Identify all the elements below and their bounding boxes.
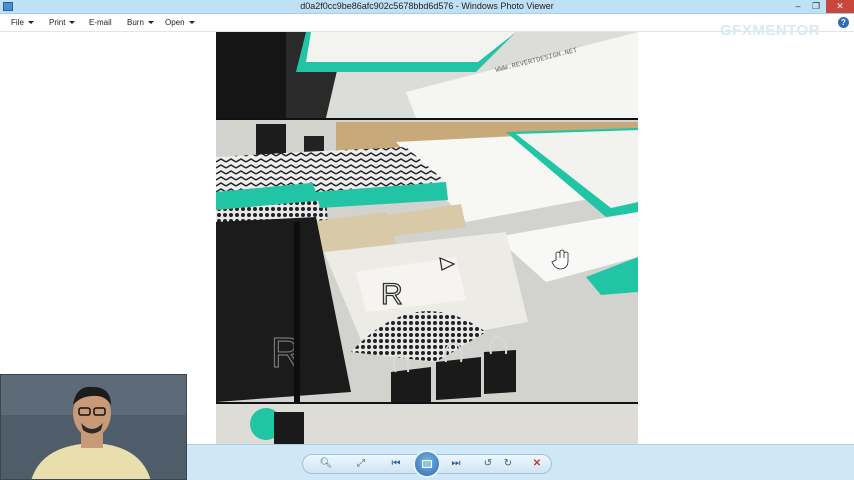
menu-burn[interactable]: Burn <box>127 18 154 27</box>
menu-print[interactable]: Print <box>49 18 76 27</box>
fit-to-window-button[interactable]: ⤢ <box>353 457 369 471</box>
menu-email-label: E-mail <box>89 18 112 27</box>
zoom-button[interactable]: 🔍︎ <box>318 457 334 471</box>
presenter-video <box>1 375 186 479</box>
help-icon[interactable]: ? <box>838 17 849 28</box>
title-bar: d0a2f0cc9be86afc902c5678bbd6d576 - Windo… <box>0 0 854 14</box>
r-monogram: R <box>381 278 403 311</box>
delete-button[interactable]: ✕ <box>529 457 545 471</box>
chevron-down-icon <box>147 21 154 24</box>
brand-watermark: GFXMENTOR <box>720 22 821 39</box>
menu-open[interactable]: Open <box>165 18 195 27</box>
close-window-button[interactable]: ✕ <box>826 0 854 13</box>
menu-open-label: Open <box>165 18 185 27</box>
minimize-button[interactable]: – <box>788 0 808 13</box>
menu-file-label: File <box>11 18 24 27</box>
slideshow-button[interactable] <box>413 450 441 478</box>
previous-button[interactable]: ⏮ <box>388 457 404 471</box>
menu-email[interactable]: E-mail <box>89 18 112 27</box>
webcam-overlay <box>0 374 187 480</box>
rotate-counterclockwise-button[interactable]: ↺ <box>480 457 496 471</box>
menu-print-label: Print <box>49 18 66 27</box>
menu-burn-label: Burn <box>127 18 144 27</box>
chevron-down-icon <box>27 21 34 24</box>
rotate-clockwise-button[interactable]: ↻ <box>500 457 516 471</box>
chevron-down-icon <box>188 21 195 24</box>
restore-button[interactable]: ❐ <box>806 0 826 13</box>
photo-drawing: WWW.REVERTDESIGN.NET R R <box>216 32 638 444</box>
next-button[interactable]: ⏭ <box>448 457 464 471</box>
stationery-mockup-photo[interactable]: WWW.REVERTDESIGN.NET R R <box>216 32 638 444</box>
window-title: d0a2f0cc9be86afc902c5678bbd6d576 - Windo… <box>300 1 554 11</box>
chevron-down-icon <box>69 21 76 24</box>
slideshow-icon <box>422 460 432 468</box>
menu-file[interactable]: File <box>11 18 34 27</box>
